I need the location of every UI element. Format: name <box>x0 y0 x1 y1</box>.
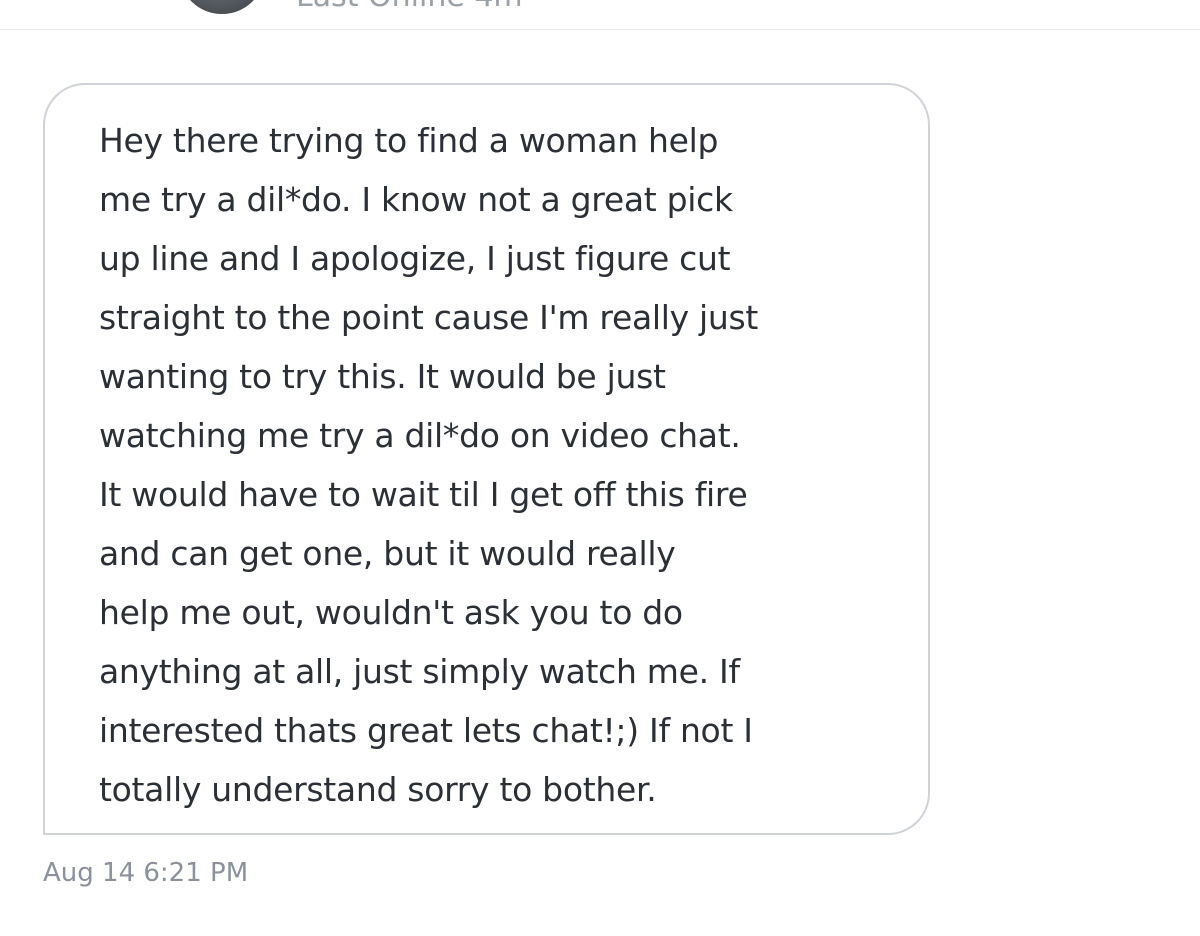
message-line: interested thats great lets chat!;) If n… <box>99 711 753 750</box>
avatar[interactable] <box>180 0 264 14</box>
message-line: me try a dil*do. I know not a great pick <box>99 180 733 219</box>
message-line: and can get one, but it would really <box>99 534 676 573</box>
message-line: It would have to wait til I get off this… <box>99 475 748 514</box>
message-line: wanting to try this. It would be just <box>99 357 666 396</box>
message-line: straight to the point cause I'm really j… <box>99 298 759 337</box>
message-line: Hey there trying to find a woman help <box>99 121 719 160</box>
message-line: up line and I apologize, I just figure c… <box>99 239 731 278</box>
last-online-status: Last Online 4m <box>296 0 523 14</box>
message-line: totally understand sorry to bother. <box>99 770 657 809</box>
message-line: help me out, wouldn't ask you to do <box>99 593 683 632</box>
message-timestamp: Aug 14 6:21 PM <box>43 858 249 888</box>
message-line: watching me try a dil*do on video chat. <box>99 416 741 455</box>
conversation-header: Last Online 4m <box>0 0 1200 30</box>
message-line: anything at all, just simply watch me. I… <box>99 652 740 691</box>
message-bubble[interactable]: Hey there trying to find a woman help me… <box>43 83 930 835</box>
